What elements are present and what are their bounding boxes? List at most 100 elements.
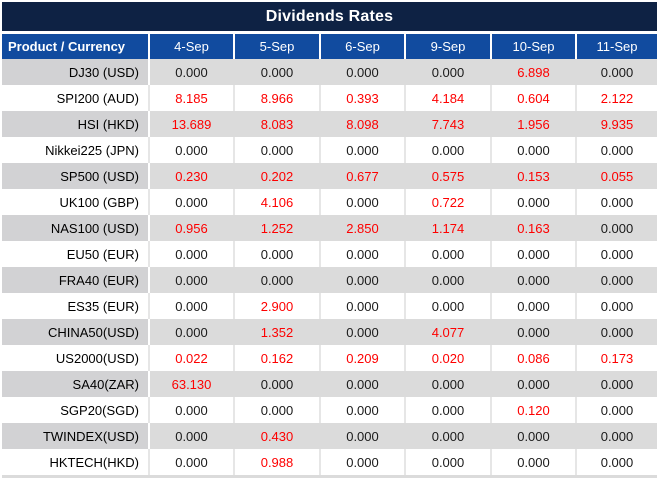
rate-cell: 0.000: [575, 267, 657, 293]
rate-cell: 0.000: [319, 397, 404, 423]
rate-cell: 0.000: [490, 371, 575, 397]
rate-cell: 0.000: [319, 137, 404, 163]
table-row: HSI (HKD) 13.689 8.083 8.098 7.743 1.956 9.935: [2, 111, 657, 137]
rate-cell: 0.000: [319, 371, 404, 397]
rate-cell: 0.000: [490, 137, 575, 163]
row-label: SA40(ZAR): [2, 371, 148, 397]
rate-cell: 0.000: [319, 59, 404, 85]
rate-cell: 0.000: [319, 319, 404, 345]
table-row: SA40(ZAR) 63.130 0.000 0.000 0.000 0.000 0.000: [2, 371, 657, 397]
rate-cell: 4.106: [233, 189, 319, 215]
rate-cell: 8.966: [233, 85, 319, 111]
row-label: UK100 (GBP): [2, 189, 148, 215]
table-row: CHINA50(USD) 0.000 1.352 0.000 4.077 0.000 0.0…: [2, 319, 657, 345]
table-row: SGP20(SGD) 0.000 0.000 0.000 0.000 0.120 0.000: [2, 397, 657, 423]
rate-cell: 9.935: [575, 111, 657, 137]
row-label: HKTECH(HKD): [2, 449, 148, 475]
rate-cell: 0.000: [404, 449, 490, 475]
row-label: Nikkei225 (JPN): [2, 137, 148, 163]
date-column-header: 6-Sep: [319, 34, 404, 59]
rate-cell: 2.900: [233, 293, 319, 319]
rate-cell: 0.677: [319, 163, 404, 189]
rate-cell: 0.162: [233, 345, 319, 371]
dividends-rates-panel: Dividends Rates Product / Currency 4-Sep…: [0, 0, 660, 478]
rate-cell: 8.098: [319, 111, 404, 137]
row-label: EU50 (EUR): [2, 241, 148, 267]
rate-cell: 0.604: [490, 85, 575, 111]
rate-cell: 0.956: [148, 215, 233, 241]
rate-cell: 0.000: [233, 59, 319, 85]
rate-cell: 0.000: [319, 423, 404, 449]
rate-cell: 0.020: [404, 345, 490, 371]
rate-cell: 0.000: [148, 293, 233, 319]
rate-cell: 0.000: [490, 293, 575, 319]
table-row: Nikkei225 (JPN) 0.000 0.000 0.000 0.000 0.000…: [2, 137, 657, 163]
rate-cell: 0.000: [575, 215, 657, 241]
rate-cell: 0.086: [490, 345, 575, 371]
rate-cell: 0.000: [490, 449, 575, 475]
table-row: NAS100 (USD) 0.956 1.252 2.850 1.174 0.163 0.0…: [2, 215, 657, 241]
rate-cell: 0.000: [404, 397, 490, 423]
row-label: HSI (HKD): [2, 111, 148, 137]
rate-cell: 0.000: [404, 59, 490, 85]
rate-cell: 1.252: [233, 215, 319, 241]
rate-cell: 0.000: [404, 137, 490, 163]
rate-cell: 0.000: [233, 137, 319, 163]
rate-cell: 0.575: [404, 163, 490, 189]
table-row: ES35 (EUR) 0.000 2.900 0.000 0.000 0.000 0.000: [2, 293, 657, 319]
rate-cell: 1.956: [490, 111, 575, 137]
rate-cell: 0.000: [490, 319, 575, 345]
row-label: US2000(USD): [2, 345, 148, 371]
row-label: DJ30 (USD): [2, 59, 148, 85]
rate-cell: 0.000: [404, 293, 490, 319]
rate-cell: 0.000: [148, 59, 233, 85]
rate-cell: 0.209: [319, 345, 404, 371]
rate-cell: 0.000: [148, 137, 233, 163]
rate-cell: 0.000: [575, 423, 657, 449]
rate-cell: 0.000: [575, 397, 657, 423]
rate-cell: 0.393: [319, 85, 404, 111]
rate-cell: 1.174: [404, 215, 490, 241]
rate-cell: 0.000: [575, 241, 657, 267]
rate-cell: 0.000: [575, 319, 657, 345]
table-row: SP500 (USD) 0.230 0.202 0.677 0.575 0.153 0.05…: [2, 163, 657, 189]
rate-cell: 0.000: [319, 449, 404, 475]
rate-cell: 8.083: [233, 111, 319, 137]
rate-cell: 0.722: [404, 189, 490, 215]
product-currency-header: Product / Currency: [2, 34, 148, 59]
table-row: UK100 (GBP) 0.000 4.106 0.000 0.722 0.000 0.00…: [2, 189, 657, 215]
rate-cell: 0.000: [490, 189, 575, 215]
table-row: SPI200 (AUD) 8.185 8.966 0.393 4.184 0.604 2.1…: [2, 85, 657, 111]
rate-cell: 0.000: [319, 293, 404, 319]
table-title: Dividends Rates: [2, 2, 657, 31]
rate-cell: 0.000: [233, 241, 319, 267]
rate-cell: 0.000: [490, 241, 575, 267]
row-label: CHINA50(USD): [2, 319, 148, 345]
date-column-header: 10-Sep: [490, 34, 575, 59]
rate-cell: 4.077: [404, 319, 490, 345]
rate-cell: 4.184: [404, 85, 490, 111]
rate-cell: 0.230: [148, 163, 233, 189]
row-label: SP500 (USD): [2, 163, 148, 189]
rate-cell: 0.000: [233, 267, 319, 293]
row-label: FRA40 (EUR): [2, 267, 148, 293]
rate-cell: 0.153: [490, 163, 575, 189]
rate-cell: 0.000: [575, 449, 657, 475]
rate-cell: 0.173: [575, 345, 657, 371]
rate-cell: 0.022: [148, 345, 233, 371]
rate-cell: 0.000: [148, 319, 233, 345]
rate-cell: 0.120: [490, 397, 575, 423]
rate-cell: 2.122: [575, 85, 657, 111]
table-row: FRA40 (EUR) 0.000 0.000 0.000 0.000 0.000 0.00…: [2, 267, 657, 293]
rate-cell: 0.000: [404, 267, 490, 293]
row-label: SPI200 (AUD): [2, 85, 148, 111]
rate-cell: 1.352: [233, 319, 319, 345]
header-row: Product / Currency 4-Sep 5-Sep 6-Sep 9-Sep 1…: [2, 34, 657, 59]
rate-cell: 0.000: [319, 241, 404, 267]
date-column-header: 11-Sep: [575, 34, 657, 59]
rate-cell: 0.000: [148, 423, 233, 449]
rate-cell: 0.163: [490, 215, 575, 241]
row-label: SGP20(SGD): [2, 397, 148, 423]
rate-cell: 0.000: [490, 423, 575, 449]
table-row: TWINDEX(USD) 0.000 0.430 0.000 0.000 0.000 0.0…: [2, 423, 657, 449]
